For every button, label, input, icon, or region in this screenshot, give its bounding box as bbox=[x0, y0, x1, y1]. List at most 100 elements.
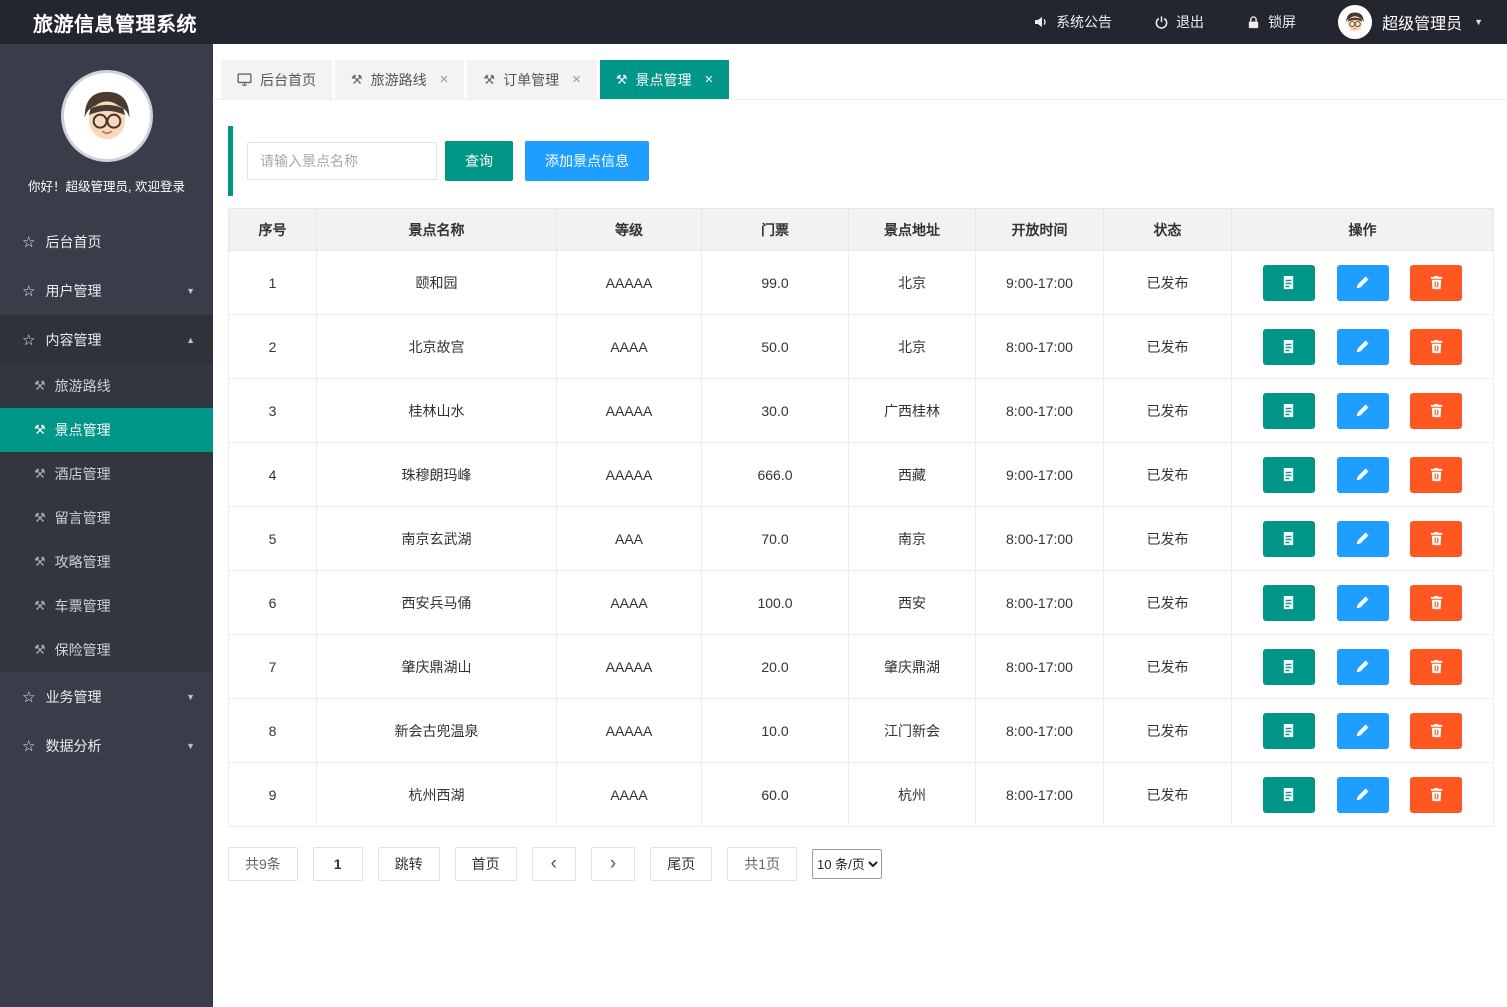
edit-button[interactable] bbox=[1337, 329, 1389, 365]
jump-button[interactable]: 跳转 bbox=[378, 847, 440, 881]
delete-button[interactable] bbox=[1410, 393, 1462, 429]
prev-page-button[interactable]: ‹ bbox=[532, 847, 576, 881]
edit-button[interactable] bbox=[1337, 457, 1389, 493]
cell-ticket: 20.0 bbox=[702, 635, 849, 699]
delete-button[interactable] bbox=[1410, 329, 1462, 365]
view-button[interactable] bbox=[1263, 521, 1315, 557]
cell-address: 北京 bbox=[849, 315, 976, 379]
edit-button[interactable] bbox=[1337, 649, 1389, 685]
view-button[interactable] bbox=[1263, 393, 1315, 429]
cell-no: 5 bbox=[229, 507, 317, 571]
delete-button[interactable] bbox=[1410, 713, 1462, 749]
delete-button[interactable] bbox=[1410, 777, 1462, 813]
edit-button[interactable] bbox=[1337, 265, 1389, 301]
cell-ticket: 10.0 bbox=[702, 699, 849, 763]
search-input[interactable] bbox=[247, 142, 437, 180]
edit-button[interactable] bbox=[1337, 521, 1389, 557]
edit-button[interactable] bbox=[1337, 393, 1389, 429]
pencil-icon bbox=[1355, 339, 1370, 354]
sidebar-item-routes[interactable]: ⚒ 旅游路线 bbox=[0, 364, 213, 408]
close-icon[interactable]: × bbox=[572, 72, 581, 87]
user-menu[interactable]: 超级管理员 ▼ bbox=[1338, 5, 1483, 39]
pencil-icon bbox=[1355, 787, 1370, 802]
view-button[interactable] bbox=[1263, 649, 1315, 685]
first-page-button[interactable]: 首页 bbox=[455, 847, 517, 881]
sidebar-item-business[interactable]: ☆ 业务管理 ▼ bbox=[0, 672, 213, 721]
cell-time: 8:00-17:00 bbox=[976, 763, 1104, 827]
file-icon bbox=[1281, 787, 1296, 802]
cell-time: 9:00-17:00 bbox=[976, 443, 1104, 507]
cell-time: 8:00-17:00 bbox=[976, 379, 1104, 443]
welcome-text: 你好！超级管理员, 欢迎登录 bbox=[0, 176, 213, 195]
tab-label: 景点管理 bbox=[636, 70, 692, 90]
close-icon[interactable]: × bbox=[705, 72, 714, 87]
sidebar-item-hotels[interactable]: ⚒ 酒店管理 bbox=[0, 452, 213, 496]
view-button[interactable] bbox=[1263, 265, 1315, 301]
cell-name: 西安兵马俑 bbox=[317, 571, 557, 635]
logout-button[interactable]: 退出 bbox=[1154, 12, 1204, 32]
view-button[interactable] bbox=[1263, 777, 1315, 813]
sidebar-item-scenic-spots[interactable]: ⚒ 景点管理 bbox=[0, 408, 213, 452]
col-actions: 操作 bbox=[1232, 209, 1494, 251]
tab-orders[interactable]: ⚒ 订单管理 × bbox=[467, 60, 596, 99]
chevron-down-icon: ▼ bbox=[1474, 17, 1483, 27]
tools-icon: ⚒ bbox=[351, 72, 363, 88]
cell-status: 已发布 bbox=[1104, 251, 1232, 315]
table-row: 6 西安兵马俑 AAAA 100.0 西安 8:00-17:00 已发布 bbox=[229, 571, 1494, 635]
view-button[interactable] bbox=[1263, 585, 1315, 621]
edit-button[interactable] bbox=[1337, 585, 1389, 621]
trash-icon bbox=[1429, 403, 1444, 418]
edit-button[interactable] bbox=[1337, 713, 1389, 749]
sidebar-item-label: 后台首页 bbox=[45, 232, 101, 252]
cell-status: 已发布 bbox=[1104, 571, 1232, 635]
sidebar-item-messages[interactable]: ⚒ 留言管理 bbox=[0, 496, 213, 540]
tab-routes[interactable]: ⚒ 旅游路线 × bbox=[335, 60, 464, 99]
tab-scenic-spots[interactable]: ⚒ 景点管理 × bbox=[600, 60, 729, 99]
lock-screen-button[interactable]: 锁屏 bbox=[1246, 12, 1296, 32]
query-button[interactable]: 查询 bbox=[445, 141, 513, 181]
announcement-label: 系统公告 bbox=[1056, 12, 1112, 32]
view-button[interactable] bbox=[1263, 329, 1315, 365]
sidebar-item-tickets[interactable]: ⚒ 车票管理 bbox=[0, 584, 213, 628]
cell-address: 江门新会 bbox=[849, 699, 976, 763]
current-page-input[interactable]: 1 bbox=[313, 847, 363, 881]
sidebar-item-label: 内容管理 bbox=[45, 330, 101, 350]
announcement-button[interactable]: 系统公告 bbox=[1033, 12, 1112, 32]
delete-button[interactable] bbox=[1410, 265, 1462, 301]
sidebar-item-insurance[interactable]: ⚒ 保险管理 bbox=[0, 628, 213, 672]
tools-icon: ⚒ bbox=[483, 72, 495, 88]
view-button[interactable] bbox=[1263, 713, 1315, 749]
sidebar-item-home[interactable]: ☆ 后台首页 bbox=[0, 217, 213, 266]
tab-label: 后台首页 bbox=[260, 70, 316, 90]
cell-status: 已发布 bbox=[1104, 379, 1232, 443]
next-page-button[interactable]: › bbox=[591, 847, 635, 881]
edit-button[interactable] bbox=[1337, 777, 1389, 813]
sidebar-item-analytics[interactable]: ☆ 数据分析 ▼ bbox=[0, 721, 213, 770]
pencil-icon bbox=[1355, 403, 1370, 418]
last-page-button[interactable]: 尾页 bbox=[650, 847, 712, 881]
cell-time: 8:00-17:00 bbox=[976, 635, 1104, 699]
add-scenic-spot-button[interactable]: 添加景点信息 bbox=[525, 141, 649, 181]
trash-icon bbox=[1429, 531, 1444, 546]
tools-icon: ⚒ bbox=[34, 378, 46, 394]
col-no: 序号 bbox=[229, 209, 317, 251]
delete-button[interactable] bbox=[1410, 585, 1462, 621]
tab-label: 旅游路线 bbox=[371, 70, 427, 90]
pencil-icon bbox=[1355, 467, 1370, 482]
sidebar-item-content[interactable]: ☆ 内容管理 ▲ bbox=[0, 315, 213, 364]
sub-item-label: 酒店管理 bbox=[55, 464, 111, 484]
delete-button[interactable] bbox=[1410, 521, 1462, 557]
sub-item-label: 保险管理 bbox=[55, 640, 111, 660]
delete-button[interactable] bbox=[1410, 649, 1462, 685]
col-status: 状态 bbox=[1104, 209, 1232, 251]
page-size-select[interactable]: 10 条/页 bbox=[812, 849, 882, 879]
table-row: 1 颐和园 AAAAA 99.0 北京 9:00-17:00 已发布 bbox=[229, 251, 1494, 315]
close-icon[interactable]: × bbox=[440, 72, 449, 87]
search-toolbar: 查询 添加景点信息 bbox=[228, 126, 1493, 196]
trash-icon bbox=[1429, 275, 1444, 290]
view-button[interactable] bbox=[1263, 457, 1315, 493]
sidebar-item-users[interactable]: ☆ 用户管理 ▼ bbox=[0, 266, 213, 315]
sidebar-item-guides[interactable]: ⚒ 攻略管理 bbox=[0, 540, 213, 584]
tab-home[interactable]: 后台首页 bbox=[221, 60, 332, 99]
delete-button[interactable] bbox=[1410, 457, 1462, 493]
